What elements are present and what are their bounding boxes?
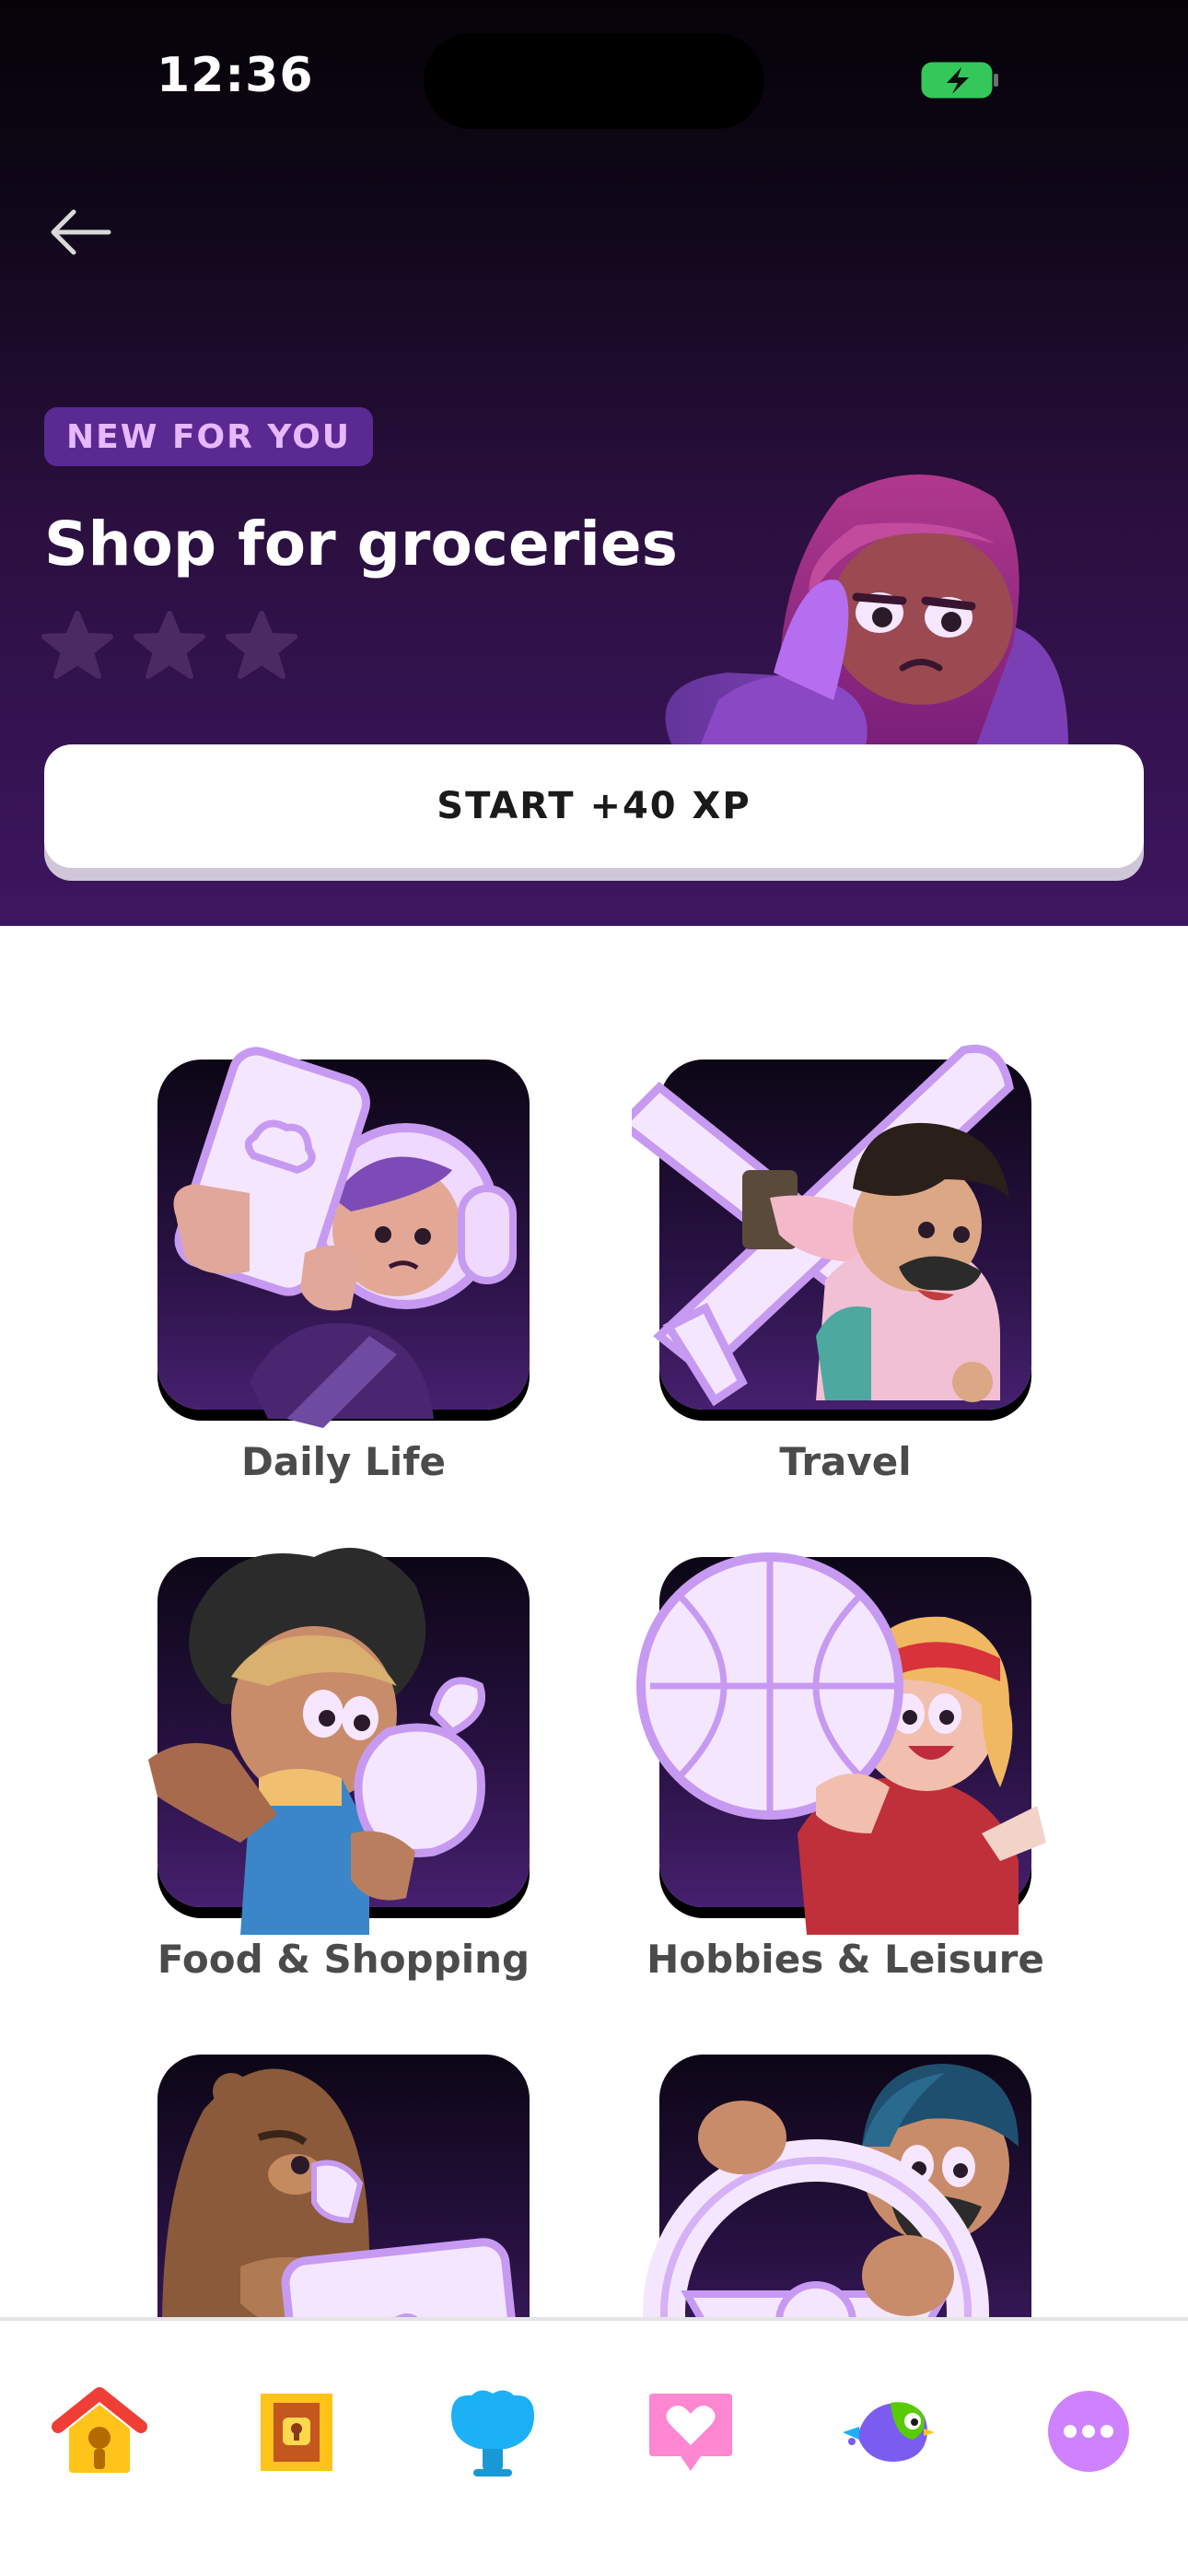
- start-lesson-button[interactable]: START +40 XP: [44, 744, 1144, 868]
- category-hobbies-leisure[interactable]: Hobbies & Leisure: [636, 1552, 1048, 1990]
- category-label: Daily Life: [241, 1439, 446, 1484]
- steering-wheel-illustration: [643, 2064, 1019, 2317]
- lily-icon: [451, 2390, 534, 2476]
- tab-video-call[interactable]: [437, 2376, 548, 2487]
- dynamic-island: [424, 33, 764, 129]
- category-food-shopping[interactable]: Food & Shopping: [141, 1548, 546, 1990]
- category-tile: [157, 2055, 530, 2317]
- category-label: Food & Shopping: [157, 1937, 530, 1982]
- category-tile: [636, 1552, 1046, 1935]
- star-icon: [41, 611, 113, 679]
- category-label: Hobbies & Leisure: [646, 1937, 1044, 1982]
- category-daily-life[interactable]: Daily Life: [141, 1047, 546, 1493]
- bottom-tab-bar: [0, 2317, 1188, 2576]
- battery-charging-icon: [921, 62, 998, 99]
- bear-laptop-illustration: [162, 2068, 526, 2317]
- tab-more[interactable]: [1033, 2376, 1144, 2487]
- star-icon: [226, 611, 297, 679]
- category-work[interactable]: [141, 2055, 546, 2317]
- category-grid: Daily Life Travel Food & Shopping Hobbie…: [0, 926, 1188, 2317]
- new-for-you-badge: NEW FOR YOU: [44, 407, 374, 466]
- category-tile: [157, 1047, 530, 1428]
- arrow-left-icon: [51, 209, 111, 255]
- bird-icon: [843, 2402, 935, 2462]
- grocery-character-illustration: [148, 1548, 485, 1935]
- heart-bubble-icon: [649, 2394, 732, 2471]
- lesson-title: Shop for groceries: [44, 509, 678, 580]
- category-tile: [643, 2055, 1031, 2317]
- star-rating: [41, 608, 298, 682]
- category-travel[interactable]: Travel: [632, 1044, 1048, 1493]
- home-icon: [52, 2387, 147, 2473]
- tab-profile[interactable]: [834, 2376, 945, 2487]
- back-button[interactable]: [41, 193, 118, 271]
- category-tile: [148, 1548, 530, 1935]
- tab-home[interactable]: [44, 2376, 155, 2487]
- category-transport[interactable]: [643, 2055, 1048, 2317]
- tab-chest[interactable]: [241, 2376, 352, 2487]
- chest-icon: [261, 2394, 332, 2471]
- category-label: Travel: [779, 1439, 912, 1484]
- airplane-character-illustration: [632, 1044, 1014, 1407]
- more-icon: [1048, 2391, 1129, 2472]
- tab-practice[interactable]: [635, 2376, 746, 2487]
- status-time: 12:36: [157, 48, 314, 103]
- basketball-character-illustration: [636, 1552, 1046, 1935]
- star-icon: [134, 611, 205, 679]
- category-tile: [632, 1044, 1031, 1410]
- lily-character-illustration: [665, 474, 1068, 746]
- phone-character-illustration: [173, 1047, 517, 1428]
- hero-banner: 12:36 NEW FOR YOU Shop for groceries STA…: [0, 0, 1188, 926]
